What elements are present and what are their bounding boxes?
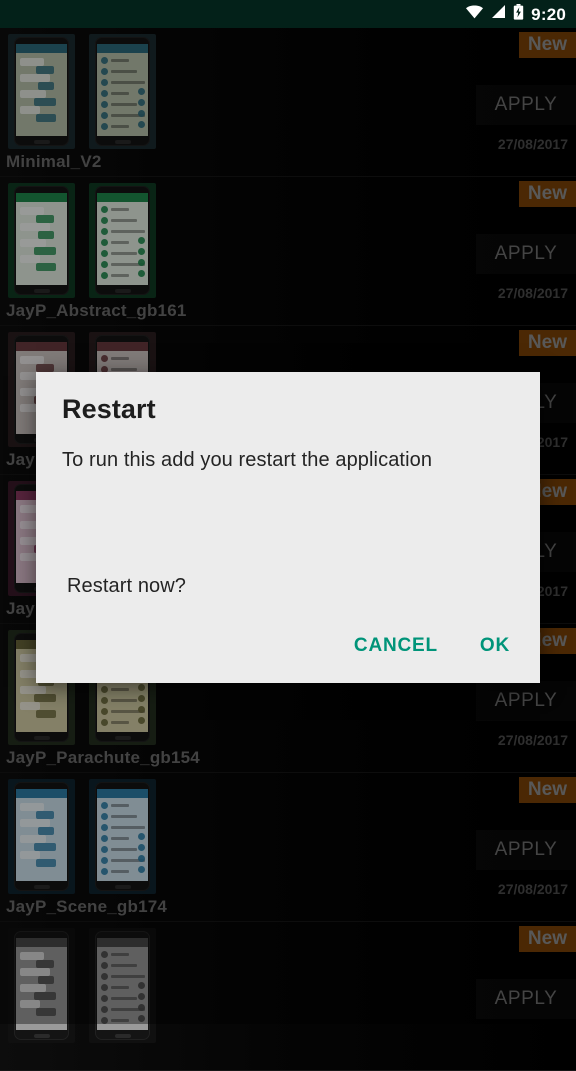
- signal-icon: [491, 4, 506, 24]
- cancel-button[interactable]: CANCEL: [340, 627, 452, 665]
- status-bar: 9:20: [0, 0, 576, 28]
- dialog-action-bar: CANCEL OK: [340, 627, 524, 665]
- restart-dialog: Restart To run this add you restart the …: [36, 372, 540, 683]
- battery-charging-icon: [513, 3, 524, 25]
- status-bar-clock: 9:20: [531, 4, 566, 24]
- dialog-message: To run this add you restart the applicat…: [62, 449, 433, 471]
- wifi-icon: [465, 4, 484, 24]
- dialog-title: Restart: [62, 394, 156, 424]
- dialog-question: Restart now?: [67, 575, 187, 597]
- status-bar-icons: [465, 3, 524, 25]
- ok-button[interactable]: OK: [466, 627, 524, 665]
